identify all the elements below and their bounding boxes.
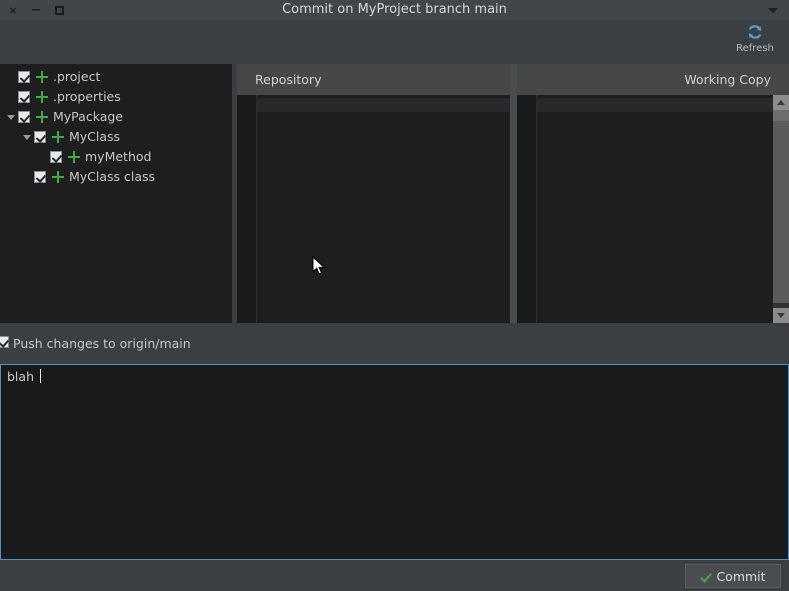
tree-item-label: MyClass — [69, 129, 121, 144]
chevron-down-icon — [23, 134, 31, 140]
commit-message-value: blah — [7, 369, 34, 384]
tree-item-myclass-class[interactable]: MyClass class — [0, 167, 232, 187]
expand-toggle-icon[interactable] — [4, 107, 18, 127]
chevron-down-icon — [7, 114, 15, 120]
plus-icon — [51, 130, 65, 144]
file-tree-list: .project .properties MyPackage MyClass myMet… — [0, 67, 232, 187]
tree-item-checkbox[interactable] — [18, 71, 30, 83]
tree-item-project[interactable]: .project — [0, 67, 232, 87]
plus-icon — [35, 110, 49, 124]
push-changes-label: Push changes to origin/main — [13, 335, 191, 351]
minimize-icon[interactable]: − — [29, 3, 43, 17]
working-copy-lines — [537, 95, 789, 323]
commit-button[interactable]: Commit — [685, 564, 781, 588]
repository-gutter — [237, 95, 257, 323]
expand-toggle-icon[interactable] — [20, 127, 34, 147]
tree-item-properties[interactable]: .properties — [0, 87, 232, 107]
diff-area: Repository Working Copy — [237, 64, 789, 323]
toolbar: Refresh — [0, 20, 789, 60]
scroll-down-button[interactable] — [773, 308, 789, 323]
repository-header: Repository — [237, 64, 510, 95]
plus-icon — [51, 170, 65, 184]
scroll-up-button[interactable] — [773, 95, 789, 110]
tree-item-checkbox[interactable] — [18, 111, 30, 123]
plus-icon — [67, 150, 81, 164]
tree-item-label: MyPackage — [53, 109, 123, 124]
tree-item-mypackage[interactable]: MyPackage — [0, 107, 232, 127]
working-copy-gutter — [517, 95, 537, 323]
commit-message-textarea[interactable]: blah — [0, 364, 789, 560]
tree-item-myclass[interactable]: MyClass — [0, 127, 232, 147]
maximize-icon[interactable] — [52, 3, 66, 17]
tree-item-checkbox[interactable] — [34, 171, 46, 183]
tree-item-label: .project — [53, 69, 101, 84]
refresh-icon — [748, 25, 762, 39]
working-copy-scrollbar[interactable] — [773, 95, 789, 323]
window-menu-button[interactable] — [763, 0, 783, 20]
refresh-button[interactable]: Refresh — [731, 22, 779, 54]
maximize-square — [54, 5, 64, 15]
window-controls: × − — [0, 0, 66, 20]
tree-item-checkbox[interactable] — [34, 131, 46, 143]
tree-item-label: myMethod — [85, 149, 152, 164]
chevron-up-icon — [777, 100, 785, 105]
text-caret — [40, 369, 41, 383]
tree-item-checkbox[interactable] — [50, 151, 62, 163]
tree-item-label: .properties — [53, 89, 121, 104]
tree-item-checkbox[interactable] — [18, 91, 30, 103]
commit-button-label: Commit — [716, 568, 766, 584]
scrollbar-track[interactable] — [773, 110, 789, 308]
working-copy-header: Working Copy — [517, 64, 789, 95]
push-changes-checkbox[interactable] — [0, 336, 9, 348]
diff-panes-splitter[interactable] — [510, 64, 517, 323]
window-title: Commit on MyProject branch main — [282, 2, 507, 17]
repository-current-line — [257, 98, 510, 112]
dialog-button-bar: Commit — [0, 561, 789, 591]
scrollbar-thumb-highlight — [773, 110, 789, 121]
working-copy-current-line — [537, 98, 773, 112]
commit-message-line: blah — [1, 365, 788, 385]
chevron-down-icon — [768, 7, 778, 13]
repository-pane: Repository — [237, 64, 510, 323]
tree-item-label: MyClass class — [69, 169, 156, 184]
push-changes-row[interactable]: Push changes to origin/main — [0, 332, 789, 354]
scrollbar-thumb[interactable] — [773, 110, 789, 303]
commit-dialog-window: × − Commit on MyProject branch main Refr… — [0, 0, 789, 591]
file-tree-panel[interactable]: .project .properties MyPackage MyClass myMet… — [0, 64, 232, 323]
check-icon — [700, 571, 710, 581]
titlebar: × − Commit on MyProject branch main — [0, 0, 789, 20]
plus-icon — [35, 70, 49, 84]
refresh-button-label: Refresh — [736, 43, 774, 54]
working-copy-pane: Working Copy — [517, 64, 789, 323]
working-copy-diff-body[interactable] — [517, 95, 789, 323]
chevron-down-icon — [777, 313, 785, 318]
plus-icon — [35, 90, 49, 104]
repository-lines — [257, 95, 510, 323]
tree-item-mymethod[interactable]: myMethod — [0, 147, 232, 167]
close-icon[interactable]: × — [6, 3, 20, 17]
repository-diff-body[interactable] — [237, 95, 510, 323]
